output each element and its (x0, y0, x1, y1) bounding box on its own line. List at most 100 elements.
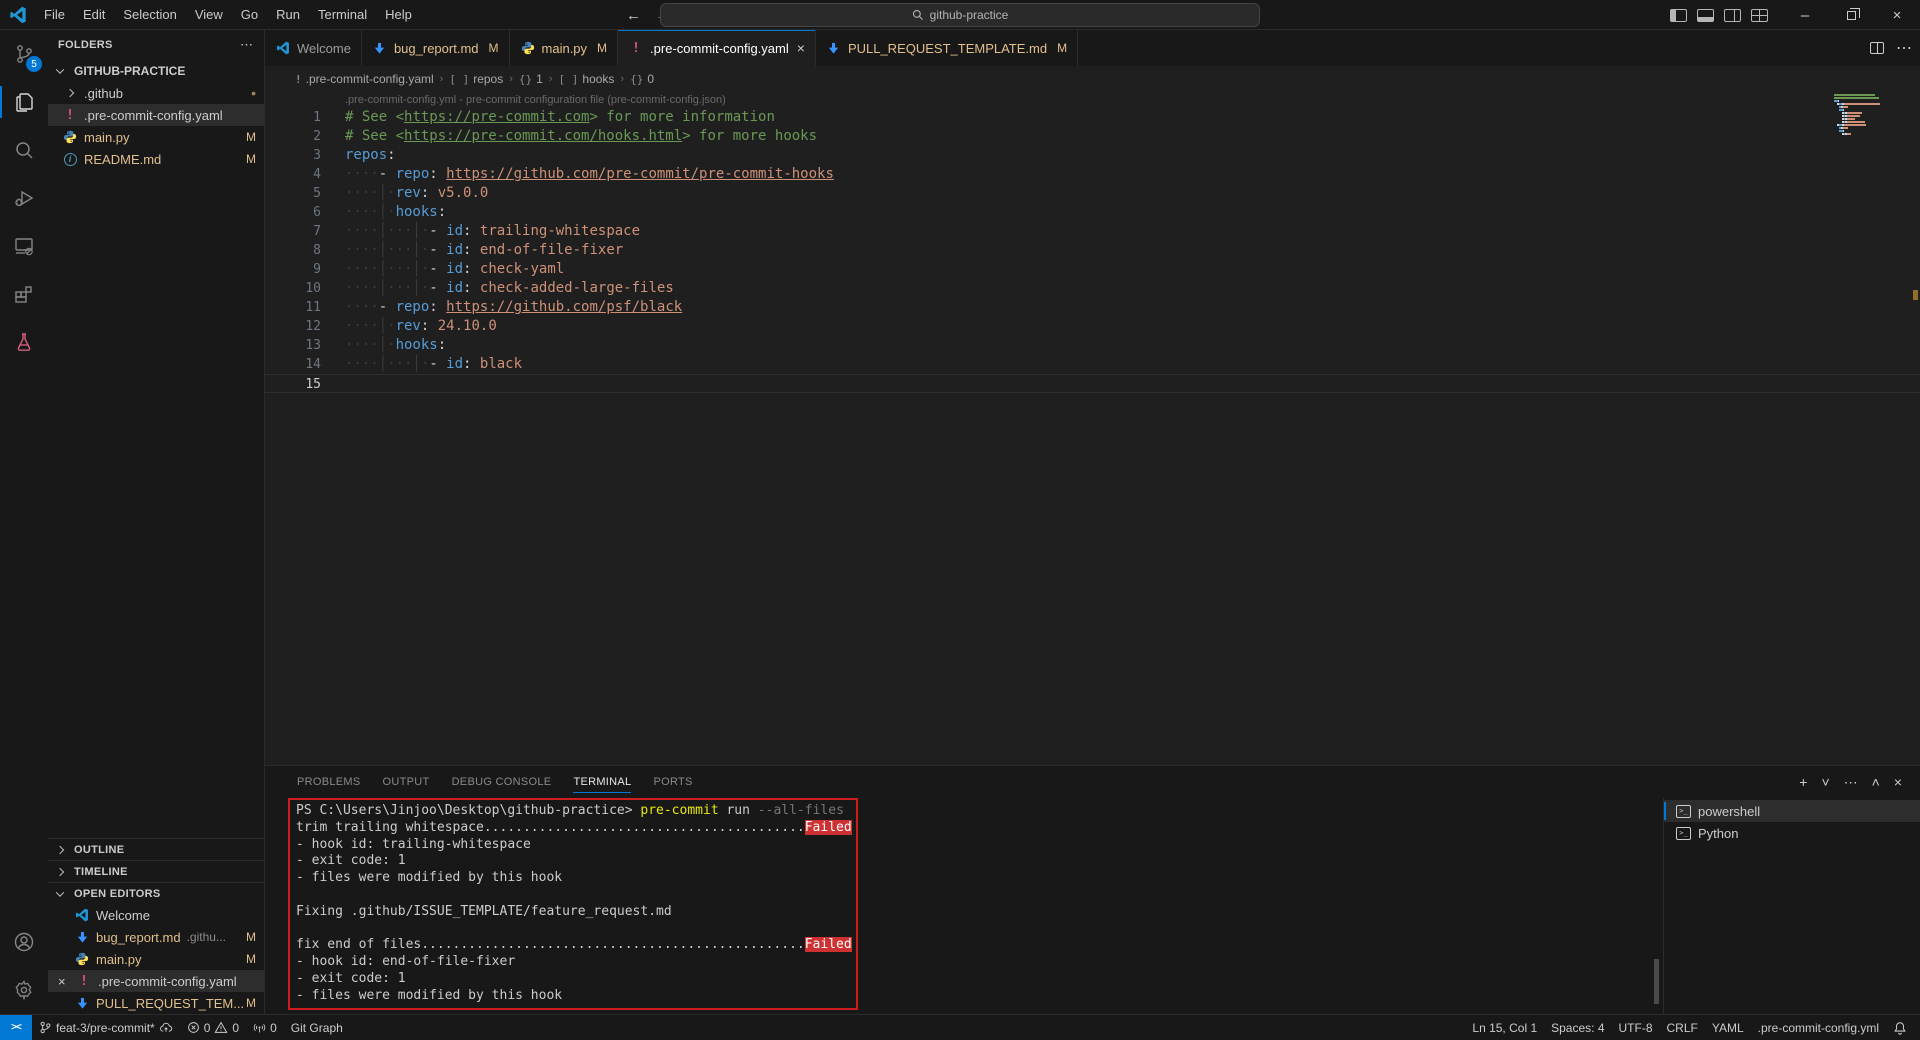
panel-tab-terminal[interactable]: TERMINAL (573, 766, 632, 798)
git-graph-item[interactable]: Git Graph (284, 1015, 350, 1040)
tab-bug-report-md[interactable]: bug_report.md M (361, 30, 510, 66)
tree-item-main-py[interactable]: main.py M (48, 126, 264, 148)
breadcrumb-item[interactable]: 0 (647, 72, 654, 86)
restore-button[interactable] (1828, 0, 1874, 30)
tab-close-icon[interactable]: × (797, 40, 805, 56)
breadcrumb-item[interactable]: .pre-commit-config.yaml (306, 72, 434, 86)
new-terminal-icon[interactable]: + (1799, 774, 1807, 790)
menu-go[interactable]: Go (232, 4, 267, 26)
open-editor-main-py[interactable]: main.py M (48, 948, 264, 970)
yaml-schema[interactable]: .pre-commit-config.yml (1751, 1015, 1886, 1040)
close-button[interactable]: × (1874, 0, 1920, 30)
sidebar-more-icon[interactable]: ⋯ (240, 37, 254, 53)
breadcrumb-item[interactable]: hooks (582, 72, 614, 86)
problems-item[interactable]: 0 0 (180, 1015, 246, 1040)
code-line[interactable]: 5 ····│·rev: v5.0.0 (265, 184, 1920, 203)
terminal-scrollbar[interactable] (1654, 959, 1659, 1004)
tab--pre-commit-config-yaml[interactable]: ! .pre-commit-config.yaml × (618, 30, 816, 66)
minimap-line (1834, 121, 1906, 123)
nav-back-icon[interactable]: ← (626, 7, 641, 24)
code-line[interactable]: 10 ····│···│·- id: check-added-large-file… (265, 279, 1920, 298)
code-line[interactable]: 14 ····│···│·- id: black (265, 355, 1920, 374)
tab-welcome[interactable]: Welcome (265, 30, 362, 66)
indentation[interactable]: Spaces: 4 (1544, 1015, 1611, 1040)
code-line[interactable]: 11 ····- repo: https://github.com/psf/bla… (265, 298, 1920, 317)
panel-tab-debug-console[interactable]: DEBUG CONSOLE (452, 766, 552, 798)
menu-terminal[interactable]: Terminal (309, 4, 376, 26)
menu-view[interactable]: View (186, 4, 232, 26)
terminal-output[interactable]: PS C:\Users\Jinjoo\Desktop\github-practi… (265, 798, 1663, 1014)
git-branch-item[interactable]: feat-3/pre-commit* (32, 1015, 180, 1040)
code-line[interactable]: 7 ····│···│·- id: trailing-whitespace (265, 222, 1920, 241)
split-editor-icon[interactable] (1870, 42, 1884, 54)
activitybar-remote-explorer[interactable] (0, 222, 48, 270)
code-line[interactable]: 6 ····│·hooks: (265, 203, 1920, 222)
menu-run[interactable]: Run (267, 4, 309, 26)
menu-help[interactable]: Help (376, 4, 421, 26)
code-lines[interactable]: 1 # See <https://pre-commit.com> for more… (265, 108, 1920, 393)
toggle-panel-icon[interactable] (1697, 8, 1714, 22)
remote-indicator[interactable]: >< (0, 1014, 32, 1040)
menu-file[interactable]: File (35, 4, 74, 26)
open-editor-welcome[interactable]: Welcome (48, 904, 264, 926)
terminal-instance-python[interactable]: >_ Python (1664, 822, 1920, 844)
code-line[interactable]: 13 ····│·hooks: (265, 336, 1920, 355)
menu-selection[interactable]: Selection (114, 4, 185, 26)
code-line[interactable]: 1 # See <https://pre-commit.com> for more… (265, 108, 1920, 127)
tree-root-folder[interactable]: GITHUB-PRACTICE (48, 60, 264, 82)
tree-item--pre-commit-config-yaml[interactable]: ! .pre-commit-config.yaml (48, 104, 264, 126)
open-editor--pre-commit-config-yaml[interactable]: ×! .pre-commit-config.yaml (48, 970, 264, 992)
breadcrumb-item[interactable]: 1 (536, 72, 543, 86)
notifications-bell[interactable] (1886, 1015, 1914, 1040)
panel-more-icon[interactable]: ⋯ (1844, 774, 1858, 791)
editor-more-actions-icon[interactable]: ⋯ (1896, 38, 1912, 58)
menu-edit[interactable]: Edit (74, 4, 114, 26)
language-mode[interactable]: YAML (1705, 1015, 1751, 1040)
panel-close-icon[interactable]: × (1894, 774, 1902, 790)
activitybar-settings[interactable] (0, 966, 48, 1014)
section-open-editors[interactable]: OPEN EDITORS (48, 882, 264, 904)
open-editor-pull-request-tem-[interactable]: PULL_REQUEST_TEM... M (48, 992, 264, 1014)
code-line[interactable]: 3 repos: (265, 146, 1920, 165)
code-line[interactable]: 12 ····│·rev: 24.10.0 (265, 317, 1920, 336)
encoding[interactable]: UTF-8 (1612, 1015, 1660, 1040)
activitybar-accounts[interactable] (0, 918, 48, 966)
terminal-dropdown-icon[interactable]: ˅ (1821, 774, 1829, 790)
panel-tab-ports[interactable]: PORTS (653, 766, 692, 798)
code-line[interactable]: 8 ····│···│·- id: end-of-file-fixer (265, 241, 1920, 260)
close-editor-icon[interactable]: × (58, 974, 74, 989)
minimap[interactable] (1834, 94, 1906, 139)
open-editor-bug-report-md[interactable]: bug_report.md .githu... M (48, 926, 264, 948)
code-line[interactable]: 4 ····- repo: https://github.com/pre-comm… (265, 165, 1920, 184)
cursor-position[interactable]: Ln 15, Col 1 (1465, 1015, 1544, 1040)
code-line[interactable]: 9 ····│···│·- id: check-yaml (265, 260, 1920, 279)
section-outline[interactable]: OUTLINE (48, 838, 264, 860)
section-timeline[interactable]: TIMELINE (48, 860, 264, 882)
ports-item[interactable]: 0 (246, 1015, 284, 1040)
activitybar-source-control[interactable]: 5 (0, 30, 48, 78)
code-line[interactable]: 15 (265, 374, 1920, 393)
activitybar-explorer[interactable] (0, 78, 48, 126)
activitybar-testing[interactable] (0, 318, 48, 366)
terminal-instance-powershell[interactable]: >_ powershell (1664, 800, 1920, 822)
tab-pull-request-template-md[interactable]: PULL_REQUEST_TEMPLATE.md M (815, 30, 1079, 66)
tree-item--github[interactable]: .github • (48, 82, 264, 104)
minimize-button[interactable]: – (1782, 0, 1828, 30)
activitybar-extensions[interactable] (0, 270, 48, 318)
panel-maximize-icon[interactable]: ˄ (1872, 774, 1880, 790)
panel-tab-problems[interactable]: PROBLEMS (297, 766, 361, 798)
breadcrumb-separator: › (620, 73, 625, 85)
code-editor[interactable]: .pre-commit-config.yml - pre-commit conf… (265, 92, 1920, 765)
tree-item-readme-md[interactable]: i README.md M (48, 148, 264, 170)
tab-main-py[interactable]: main.py M (509, 30, 619, 66)
code-line[interactable]: 2 # See <https://pre-commit.com/hooks.htm… (265, 127, 1920, 146)
activitybar-run-and-debug[interactable] (0, 174, 48, 222)
activitybar-search[interactable] (0, 126, 48, 174)
customize-layout-icon[interactable] (1751, 8, 1768, 22)
panel-tab-output[interactable]: OUTPUT (383, 766, 430, 798)
toggle-secondary-sidebar-icon[interactable] (1724, 8, 1741, 22)
toggle-sidebar-icon[interactable] (1670, 8, 1687, 22)
breadcrumb-item[interactable]: repos (473, 72, 503, 86)
eol-sequence[interactable]: CRLF (1660, 1015, 1705, 1040)
command-center-search[interactable]: github-practice (660, 3, 1260, 27)
